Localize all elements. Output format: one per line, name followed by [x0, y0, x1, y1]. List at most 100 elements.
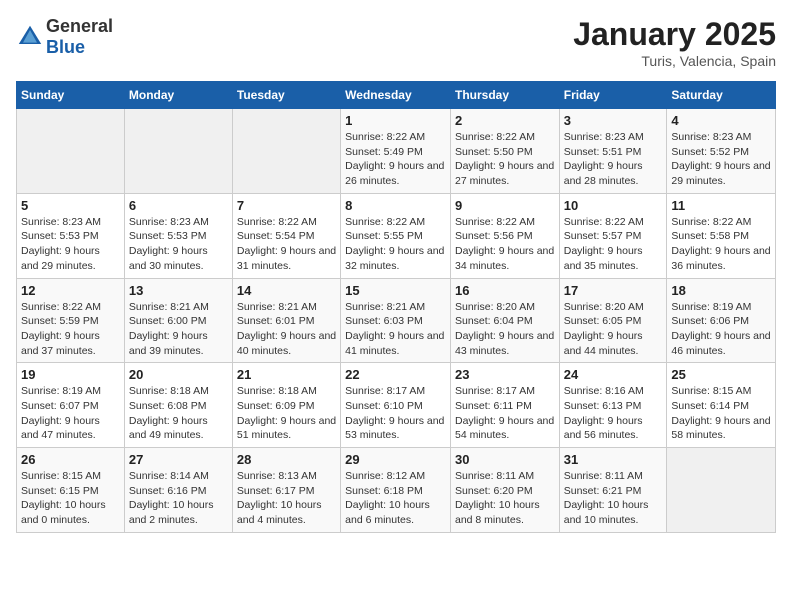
- day-number: 15: [345, 283, 446, 298]
- cell-info: Sunrise: 8:12 AM Sunset: 6:18 PM Dayligh…: [345, 469, 446, 528]
- calendar-cell: [232, 109, 340, 194]
- calendar-cell: 12 Sunrise: 8:22 AM Sunset: 5:59 PM Dayli…: [17, 278, 125, 363]
- calendar-table: SundayMondayTuesdayWednesdayThursdayFrid…: [16, 81, 776, 533]
- calendar-cell: 8 Sunrise: 8:22 AM Sunset: 5:55 PM Daylig…: [341, 193, 451, 278]
- cell-info: Sunrise: 8:23 AM Sunset: 5:51 PM Dayligh…: [564, 130, 663, 189]
- page-header: General Blue January 2025 Turis, Valenci…: [16, 16, 776, 69]
- day-number: 21: [237, 367, 336, 382]
- day-number: 11: [671, 198, 771, 213]
- cell-info: Sunrise: 8:20 AM Sunset: 6:04 PM Dayligh…: [455, 300, 555, 359]
- header-cell-tuesday: Tuesday: [232, 82, 340, 109]
- calendar-cell: 5 Sunrise: 8:23 AM Sunset: 5:53 PM Daylig…: [17, 193, 125, 278]
- day-number: 20: [129, 367, 228, 382]
- cell-info: Sunrise: 8:22 AM Sunset: 5:50 PM Dayligh…: [455, 130, 555, 189]
- day-number: 1: [345, 113, 446, 128]
- cell-info: Sunrise: 8:23 AM Sunset: 5:53 PM Dayligh…: [21, 215, 120, 274]
- calendar-cell: 24Sunrise: 8:16 AM Sunset: 6:13 PM Dayli…: [559, 363, 667, 448]
- day-number: 17: [564, 283, 663, 298]
- calendar-cell: 14Sunrise: 8:21 AM Sunset: 6:01 PM Dayli…: [232, 278, 340, 363]
- day-number: 6: [129, 198, 228, 213]
- day-number: 10: [564, 198, 663, 213]
- day-number: 29: [345, 452, 446, 467]
- cell-info: Sunrise: 8:19 AM Sunset: 6:07 PM Dayligh…: [21, 384, 120, 443]
- day-number: 25: [671, 367, 771, 382]
- cell-info: Sunrise: 8:21 AM Sunset: 6:03 PM Dayligh…: [345, 300, 446, 359]
- day-number: 8: [345, 198, 446, 213]
- calendar-cell: 17Sunrise: 8:20 AM Sunset: 6:05 PM Dayli…: [559, 278, 667, 363]
- calendar-cell: 1 Sunrise: 8:22 AM Sunset: 5:49 PM Daylig…: [341, 109, 451, 194]
- day-number: 3: [564, 113, 663, 128]
- cell-info: Sunrise: 8:23 AM Sunset: 5:52 PM Dayligh…: [671, 130, 771, 189]
- day-number: 13: [129, 283, 228, 298]
- day-number: 23: [455, 367, 555, 382]
- day-number: 30: [455, 452, 555, 467]
- cell-info: Sunrise: 8:15 AM Sunset: 6:14 PM Dayligh…: [671, 384, 771, 443]
- cell-info: Sunrise: 8:18 AM Sunset: 6:08 PM Dayligh…: [129, 384, 228, 443]
- calendar-cell: 20 Sunrise: 8:18 AM Sunset: 6:08 PM Dayli…: [124, 363, 232, 448]
- cell-info: Sunrise: 8:22 AM Sunset: 5:49 PM Dayligh…: [345, 130, 446, 189]
- calendar-cell: 2 Sunrise: 8:22 AM Sunset: 5:50 PM Daylig…: [450, 109, 559, 194]
- calendar-week-4: 19 Sunrise: 8:19 AM Sunset: 6:07 PM Dayli…: [17, 363, 776, 448]
- calendar-cell: 3 Sunrise: 8:23 AM Sunset: 5:51 PM Daylig…: [559, 109, 667, 194]
- day-number: 7: [237, 198, 336, 213]
- day-number: 18: [671, 283, 771, 298]
- header-cell-saturday: Saturday: [667, 82, 776, 109]
- calendar-cell: 19 Sunrise: 8:19 AM Sunset: 6:07 PM Dayli…: [17, 363, 125, 448]
- calendar-cell: 22 Sunrise: 8:17 AM Sunset: 6:10 PM Dayli…: [341, 363, 451, 448]
- header-row: SundayMondayTuesdayWednesdayThursdayFrid…: [17, 82, 776, 109]
- cell-info: Sunrise: 8:17 AM Sunset: 6:10 PM Dayligh…: [345, 384, 446, 443]
- calendar-week-1: 1 Sunrise: 8:22 AM Sunset: 5:49 PM Daylig…: [17, 109, 776, 194]
- cell-info: Sunrise: 8:22 AM Sunset: 5:54 PM Dayligh…: [237, 215, 336, 274]
- calendar-cell: 6 Sunrise: 8:23 AM Sunset: 5:53 PM Daylig…: [124, 193, 232, 278]
- calendar-cell: 4 Sunrise: 8:23 AM Sunset: 5:52 PM Daylig…: [667, 109, 776, 194]
- calendar-cell: 23 Sunrise: 8:17 AM Sunset: 6:11 PM Dayli…: [450, 363, 559, 448]
- day-number: 26: [21, 452, 120, 467]
- calendar-cell: 15 Sunrise: 8:21 AM Sunset: 6:03 PM Dayli…: [341, 278, 451, 363]
- calendar-week-5: 26 Sunrise: 8:15 AM Sunset: 6:15 PM Dayli…: [17, 448, 776, 533]
- cell-info: Sunrise: 8:11 AM Sunset: 6:20 PM Dayligh…: [455, 469, 555, 528]
- calendar-cell: 25 Sunrise: 8:15 AM Sunset: 6:14 PM Dayli…: [667, 363, 776, 448]
- day-number: 4: [671, 113, 771, 128]
- header-cell-wednesday: Wednesday: [341, 82, 451, 109]
- cell-info: Sunrise: 8:21 AM Sunset: 6:01 PM Dayligh…: [237, 300, 336, 359]
- cell-info: Sunrise: 8:14 AM Sunset: 6:16 PM Dayligh…: [129, 469, 228, 528]
- cell-info: Sunrise: 8:22 AM Sunset: 5:55 PM Dayligh…: [345, 215, 446, 274]
- cell-info: Sunrise: 8:22 AM Sunset: 5:59 PM Dayligh…: [21, 300, 120, 359]
- calendar-cell: [17, 109, 125, 194]
- logo-blue-text: Blue: [46, 37, 85, 57]
- day-number: 27: [129, 452, 228, 467]
- calendar-cell: 7 Sunrise: 8:22 AM Sunset: 5:54 PM Daylig…: [232, 193, 340, 278]
- day-number: 2: [455, 113, 555, 128]
- day-number: 9: [455, 198, 555, 213]
- cell-info: Sunrise: 8:13 AM Sunset: 6:17 PM Dayligh…: [237, 469, 336, 528]
- day-number: 22: [345, 367, 446, 382]
- day-number: 19: [21, 367, 120, 382]
- calendar-cell: 27 Sunrise: 8:14 AM Sunset: 6:16 PM Dayli…: [124, 448, 232, 533]
- logo-general-text: General: [46, 16, 113, 36]
- logo: General Blue: [16, 16, 113, 58]
- day-number: 16: [455, 283, 555, 298]
- header-cell-sunday: Sunday: [17, 82, 125, 109]
- cell-info: Sunrise: 8:23 AM Sunset: 5:53 PM Dayligh…: [129, 215, 228, 274]
- header-cell-thursday: Thursday: [450, 82, 559, 109]
- day-number: 12: [21, 283, 120, 298]
- calendar-cell: [667, 448, 776, 533]
- cell-info: Sunrise: 8:18 AM Sunset: 6:09 PM Dayligh…: [237, 384, 336, 443]
- title-block: January 2025 Turis, Valencia, Spain: [573, 16, 776, 69]
- calendar-week-2: 5 Sunrise: 8:23 AM Sunset: 5:53 PM Daylig…: [17, 193, 776, 278]
- cell-info: Sunrise: 8:22 AM Sunset: 5:56 PM Dayligh…: [455, 215, 555, 274]
- cell-info: Sunrise: 8:15 AM Sunset: 6:15 PM Dayligh…: [21, 469, 120, 528]
- day-number: 5: [21, 198, 120, 213]
- calendar-body: 1 Sunrise: 8:22 AM Sunset: 5:49 PM Daylig…: [17, 109, 776, 533]
- cell-info: Sunrise: 8:17 AM Sunset: 6:11 PM Dayligh…: [455, 384, 555, 443]
- calendar-header: SundayMondayTuesdayWednesdayThursdayFrid…: [17, 82, 776, 109]
- header-cell-monday: Monday: [124, 82, 232, 109]
- cell-info: Sunrise: 8:22 AM Sunset: 5:58 PM Dayligh…: [671, 215, 771, 274]
- calendar-cell: 16 Sunrise: 8:20 AM Sunset: 6:04 PM Dayli…: [450, 278, 559, 363]
- cell-info: Sunrise: 8:22 AM Sunset: 5:57 PM Dayligh…: [564, 215, 663, 274]
- day-number: 31: [564, 452, 663, 467]
- logo-icon: [16, 23, 44, 51]
- calendar-cell: 31Sunrise: 8:11 AM Sunset: 6:21 PM Dayli…: [559, 448, 667, 533]
- calendar-week-3: 12 Sunrise: 8:22 AM Sunset: 5:59 PM Dayli…: [17, 278, 776, 363]
- day-number: 28: [237, 452, 336, 467]
